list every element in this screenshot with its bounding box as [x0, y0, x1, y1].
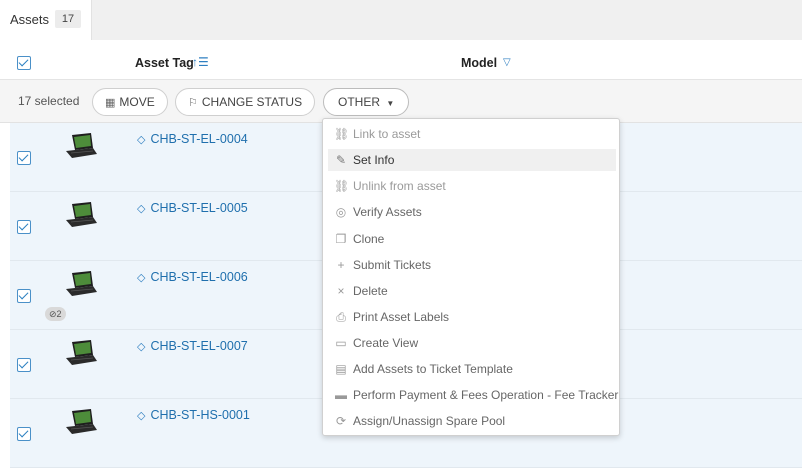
selection-count: 17 selected [18, 94, 80, 108]
linked-tags-chip[interactable]: ⊘2 [45, 307, 66, 321]
tags-icon: ⊘ [49, 309, 57, 319]
refresh-icon: ⟳ [335, 414, 347, 428]
move-button[interactable]: ▦ MOVE [92, 88, 168, 116]
menu-item-assign-unassign-spare-pool[interactable]: ⟳ Assign/Unassign Spare Pool [328, 410, 616, 432]
menu-item-label: Submit Tickets [353, 258, 432, 272]
clone-icon: ❐ [335, 232, 347, 246]
other-dropdown-button[interactable]: OTHER ▼ [323, 88, 410, 116]
fingerprint-icon: ◎ [335, 205, 347, 219]
printer-icon: ⎙ [336, 310, 346, 324]
plus-icon: + [337, 258, 345, 272]
asset-tag-link[interactable]: ◇ CHB-ST-EL-0007 [137, 339, 248, 353]
row-checkbox[interactable] [17, 289, 31, 303]
menu-item-label: Assign/Unassign Spare Pool [353, 414, 506, 428]
menu-item-label: Unlink from asset [353, 179, 446, 193]
asset-tag-link[interactable]: ◇ CHB-ST-HS-0001 [137, 408, 250, 422]
menu-item-label: Create View [353, 336, 419, 350]
menu-item-submit-tickets[interactable]: + Submit Tickets [328, 254, 616, 276]
asset-tag-text: CHB-ST-EL-0005 [150, 201, 248, 215]
pencil-icon: ✎ [335, 153, 347, 167]
tab-assets[interactable]: Assets 17 [0, 0, 92, 40]
tab-assets-label: Assets [10, 12, 50, 27]
column-header-asset-tag[interactable]: Asset Tag [135, 56, 194, 70]
laptop-thumbnail [66, 340, 97, 365]
tag-icon: ◇ [137, 134, 146, 146]
menu-item-unlink-from-asset[interactable]: ⛓ Unlink from asset [328, 175, 616, 197]
linked-tags-count: 2 [56, 309, 62, 319]
laptop-thumbnail [66, 409, 97, 434]
link-icon: ⛓ [334, 127, 350, 141]
table-header: Asset Tag ↑☰ Model ▽ [0, 40, 802, 80]
tag-icon: ◇ [137, 203, 146, 215]
credit-card-icon: ▬ [335, 388, 347, 402]
other-dropdown-menu: ⛓ Link to asset ✎ Set Info ⛓ Unlink from as… [322, 118, 620, 436]
asset-tag-text: CHB-ST-EL-0006 [150, 270, 248, 284]
menu-item-create-view[interactable]: ▭ Create View [328, 332, 616, 354]
tag-icon: ◇ [137, 341, 146, 353]
menu-item-link-to-asset[interactable]: ⛓ Link to asset [328, 123, 616, 145]
menu-item-label: Add Assets to Ticket Template [353, 362, 513, 376]
sort-ascending-icon[interactable]: ↑☰ [192, 55, 209, 69]
menu-item-label: Verify Assets [353, 205, 422, 219]
laptop-thumbnail [66, 133, 97, 158]
unlink-icon: ⛓ [334, 179, 350, 193]
row-checkbox[interactable] [17, 220, 31, 234]
tag-icon: ◇ [137, 272, 146, 284]
building-icon: ▦ [105, 97, 116, 109]
menu-item-clone[interactable]: ❐ Clone [328, 228, 616, 250]
change-status-button-label: CHANGE STATUS [201, 95, 303, 109]
flag-icon: ⚐ [188, 97, 198, 109]
asset-tag-link[interactable]: ◇ CHB-ST-EL-0004 [137, 132, 248, 146]
menu-item-label: Set Info [353, 153, 395, 167]
menu-item-label: Delete [353, 284, 388, 298]
select-all-checkbox[interactable] [17, 56, 31, 70]
clipboard-icon: ▤ [335, 362, 347, 376]
menu-item-print-asset-labels[interactable]: ⎙ Print Asset Labels [328, 306, 616, 328]
window-icon: ▭ [335, 336, 347, 350]
menu-item-perform-payment-fees[interactable]: ▬ Perform Payment & Fees Operation - Fee … [328, 384, 619, 406]
menu-item-label: Link to asset [353, 127, 421, 141]
row-checkbox[interactable] [17, 358, 31, 372]
asset-tag-link[interactable]: ◇ CHB-ST-EL-0006 [137, 270, 248, 284]
tab-assets-count-badge: 17 [55, 10, 81, 28]
close-icon: × [337, 284, 345, 298]
tab-bar: Assets 17 [0, 0, 802, 40]
asset-tag-text: CHB-ST-EL-0007 [150, 339, 248, 353]
asset-tag-text: CHB-ST-EL-0004 [150, 132, 248, 146]
menu-item-delete[interactable]: × Delete [328, 280, 616, 302]
laptop-thumbnail [66, 271, 97, 296]
change-status-button[interactable]: ⚐ CHANGE STATUS [175, 88, 316, 116]
filter-dropdown-icon[interactable]: ▽ [503, 57, 511, 68]
move-button-label: MOVE [119, 95, 155, 109]
menu-item-label: Perform Payment & Fees Operation - Fee T… [353, 388, 619, 402]
menu-item-label: Print Asset Labels [353, 310, 450, 324]
caret-down-icon: ▼ [386, 99, 395, 108]
menu-item-label: Clone [353, 232, 385, 246]
menu-item-add-assets-to-ticket-template[interactable]: ▤ Add Assets to Ticket Template [328, 358, 616, 380]
menu-item-verify-assets[interactable]: ◎ Verify Assets [328, 201, 616, 223]
other-button-label: OTHER [338, 95, 380, 109]
column-header-model[interactable]: Model [461, 56, 497, 70]
row-checkbox[interactable] [17, 151, 31, 165]
bulk-action-bar: 17 selected ▦ MOVE ⚐ CHANGE STATUS OTHER ▼ [0, 80, 802, 123]
row-checkbox[interactable] [17, 427, 31, 441]
menu-item-set-info[interactable]: ✎ Set Info [328, 149, 616, 171]
tag-icon: ◇ [137, 410, 146, 422]
laptop-thumbnail [66, 202, 97, 227]
asset-tag-text: CHB-ST-HS-0001 [150, 408, 250, 422]
asset-tag-link[interactable]: ◇ CHB-ST-EL-0005 [137, 201, 248, 215]
